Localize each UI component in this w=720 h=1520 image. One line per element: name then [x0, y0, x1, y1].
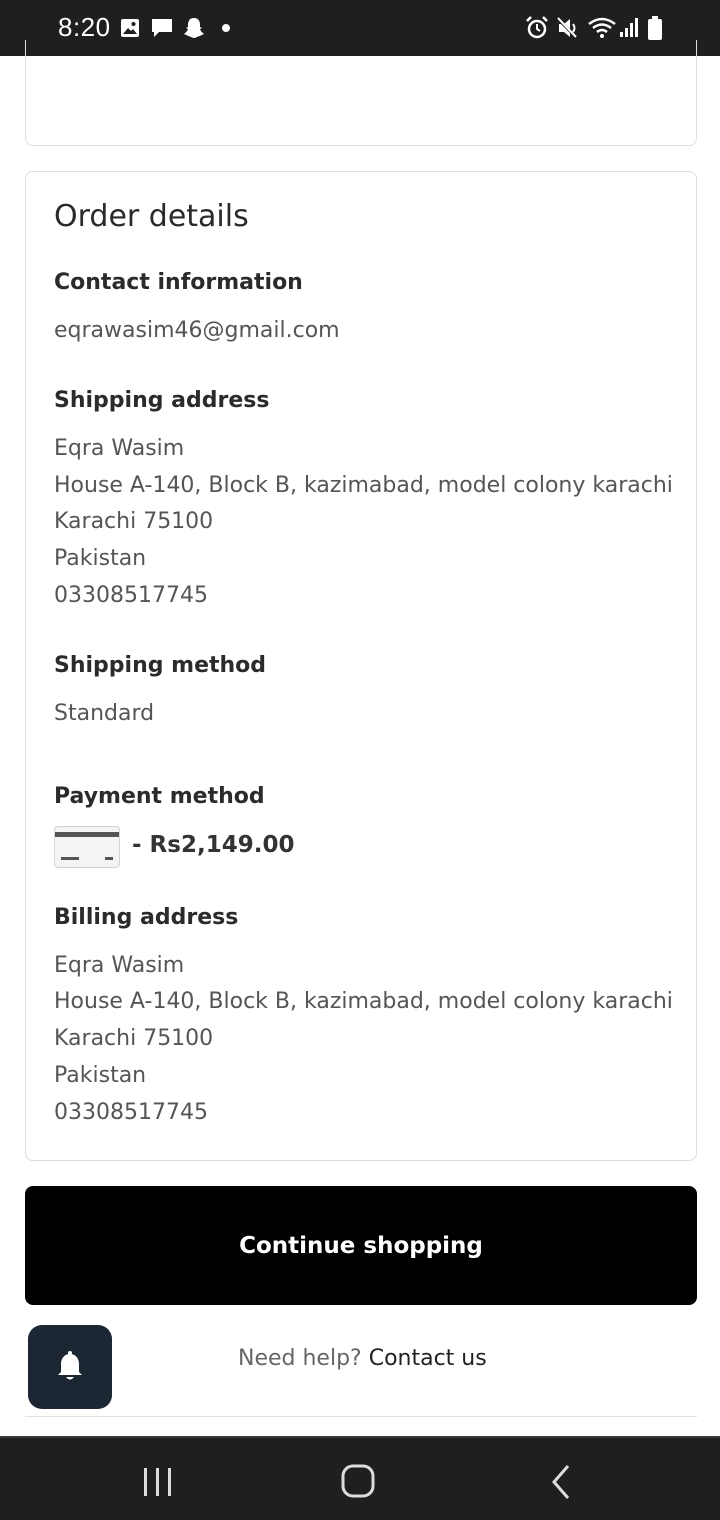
previous-card	[25, 40, 697, 146]
continue-shopping-label: Continue shopping	[239, 1232, 483, 1259]
shipping-name: Eqra Wasim	[54, 436, 185, 461]
gallery-icon	[121, 19, 139, 37]
billing-name: Eqra Wasim	[54, 953, 185, 978]
payment-method-heading: Payment method	[54, 784, 265, 809]
recents-icon	[144, 1468, 171, 1496]
payment-amount: - Rs2,149.00	[132, 832, 295, 858]
shipping-street: House A-140, Block B, kazimabad, model c…	[54, 473, 673, 498]
back-icon	[552, 1465, 570, 1499]
navigation-bar	[0, 1436, 720, 1520]
shipping-address-heading: Shipping address	[54, 388, 270, 413]
order-details-title: Order details	[54, 199, 249, 234]
shipping-method-value: Standard	[54, 701, 155, 726]
billing-street: House A-140, Block B, kazimabad, model c…	[54, 989, 673, 1014]
contact-email: eqrawasim46@gmail.com	[54, 318, 340, 343]
snapchat-icon	[184, 18, 204, 38]
billing-address-heading: Billing address	[54, 905, 239, 930]
notification-bell-button[interactable]	[28, 1325, 112, 1409]
wifi-icon	[588, 17, 616, 38]
home-button[interactable]	[328, 1460, 388, 1504]
billing-city: Karachi 75100	[54, 1026, 214, 1051]
shipping-phone: 03308517745	[54, 583, 208, 608]
signal-icon	[620, 18, 638, 37]
mute-icon	[556, 16, 579, 40]
help-row: Need help? Contact us	[238, 1346, 487, 1371]
billing-phone: 03308517745	[54, 1100, 208, 1125]
alarm-icon	[526, 16, 548, 39]
shipping-country: Pakistan	[54, 546, 147, 571]
contact-us-link[interactable]: Contact us	[369, 1346, 487, 1371]
continue-shopping-button[interactable]: Continue shopping	[25, 1186, 697, 1305]
home-icon	[341, 1464, 375, 1498]
contact-heading: Contact information	[54, 270, 303, 295]
bell-icon	[58, 1351, 82, 1380]
shipping-method-heading: Shipping method	[54, 653, 267, 678]
dot-icon	[222, 24, 230, 32]
message-icon	[152, 19, 172, 37]
divider	[25, 1416, 697, 1417]
shipping-city: Karachi 75100	[54, 509, 214, 534]
battery-icon	[648, 16, 662, 40]
status-time: 8:20	[58, 12, 111, 42]
back-button[interactable]	[530, 1460, 590, 1504]
billing-country: Pakistan	[54, 1063, 147, 1088]
recents-button[interactable]	[128, 1460, 188, 1504]
credit-card-icon	[54, 826, 120, 868]
help-prefix: Need help?	[238, 1346, 362, 1371]
